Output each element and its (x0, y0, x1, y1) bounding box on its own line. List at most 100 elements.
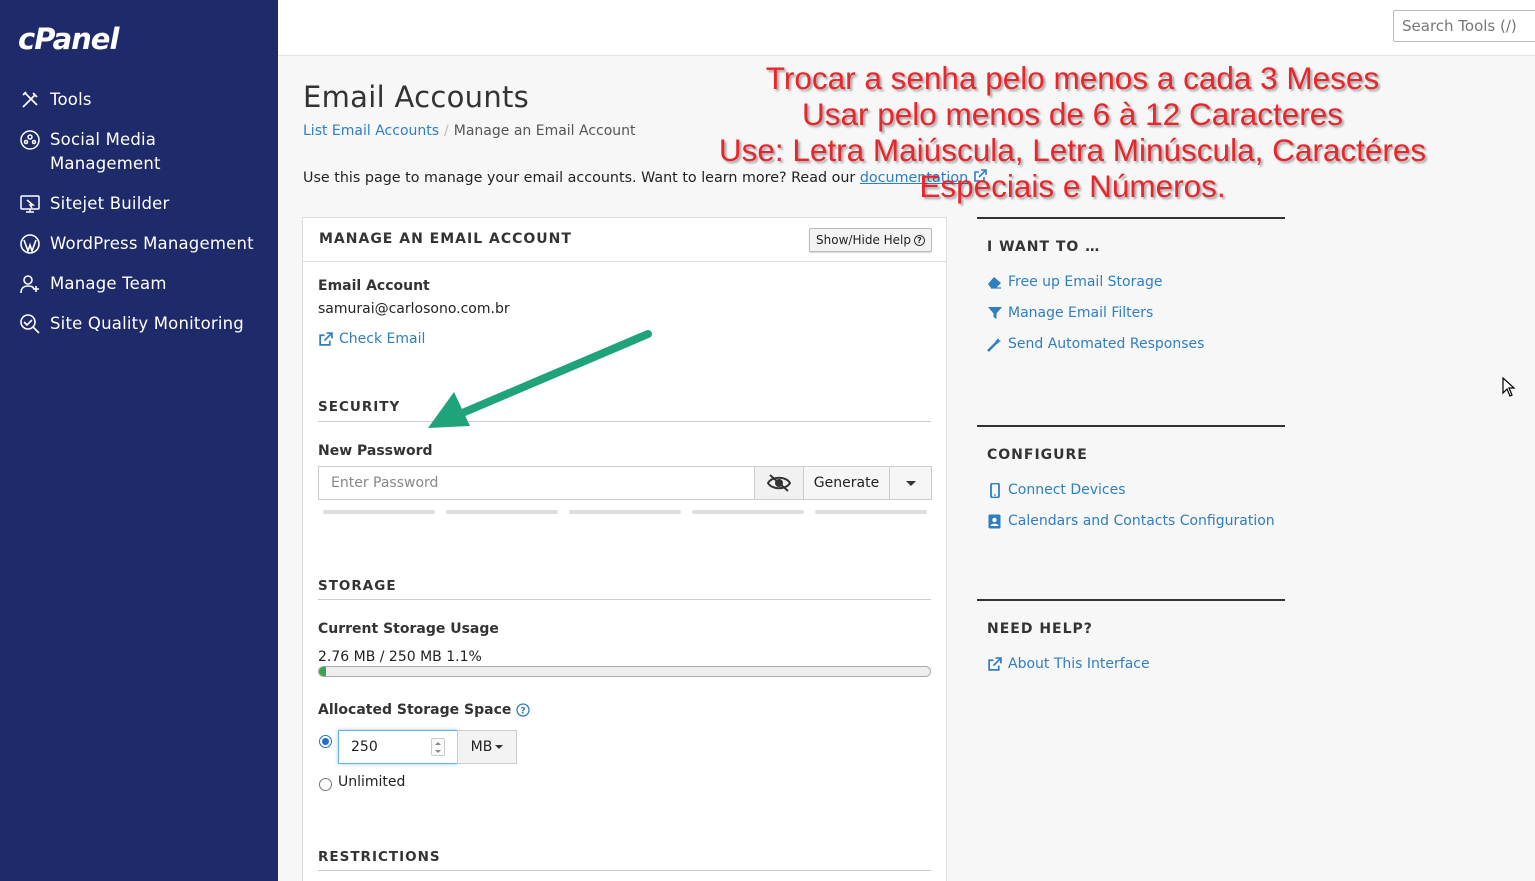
sidebar-item-wordpress[interactable]: WordPress Management (0, 232, 278, 256)
custom-quota-radio[interactable] (319, 735, 332, 748)
security-heading: SECURITY (318, 399, 401, 415)
question-icon: ? (914, 234, 925, 246)
show-hide-help-button[interactable]: Show/Hide Help ? (809, 228, 932, 252)
new-password-input[interactable]: Enter Password (318, 466, 755, 500)
strength-segment-4 (692, 510, 804, 514)
page-title: Email Accounts (303, 80, 530, 114)
panel-header: MANAGE AN EMAIL ACCOUNT Show/Hide Help ? (303, 218, 946, 262)
link-label: About This Interface (1008, 656, 1150, 672)
unlimited-quota-radio[interactable] (319, 778, 332, 791)
quota-number-input[interactable]: 250 (338, 730, 458, 764)
svg-text:?: ? (521, 707, 526, 717)
email-account-value: samurai@carlosono.com.br (318, 301, 510, 317)
configure-heading: CONFIGURE (987, 447, 1088, 463)
breadcrumb: List Email Accounts / Manage an Email Acco… (303, 123, 636, 139)
section-divider (977, 599, 1285, 601)
chevron-down-icon (905, 480, 916, 486)
storage-usage-fill (319, 667, 326, 676)
quota-value: 250 (351, 739, 378, 755)
team-icon (18, 272, 42, 296)
quota-unit-label: MB (470, 739, 493, 755)
connect-devices-link[interactable]: Connect Devices (987, 482, 1285, 498)
generate-password-button[interactable]: Generate (803, 466, 890, 500)
breadcrumb-link-list-email-accounts[interactable]: List Email Accounts (303, 123, 439, 139)
sidebar-item-sitejet[interactable]: Sitejet Builder (0, 192, 278, 216)
chevron-down-icon (495, 745, 504, 749)
breadcrumb-current: Manage an Email Account (453, 123, 636, 139)
quota-spinner[interactable] (431, 738, 445, 756)
link-label: Manage Email Filters (1008, 305, 1154, 321)
sidebar-item-label: Tools (50, 90, 92, 109)
top-bar: Search Tools (/) (278, 0, 1535, 56)
link-label: Free up Email Storage (1008, 274, 1163, 290)
strength-segment-1 (323, 510, 435, 514)
sidebar-item-label: Manage Team (50, 274, 167, 293)
sidebar-nav: Tools Social Media Management Sitejet Bu… (0, 88, 278, 352)
configure-section: CONFIGURE Connect Devices Calendars and … (977, 425, 1285, 529)
strength-segment-2 (446, 510, 558, 514)
address-book-icon (987, 514, 1002, 529)
sitejet-icon (18, 192, 42, 216)
magic-wand-icon (987, 337, 1002, 352)
new-password-label: New Password (318, 443, 433, 459)
storage-usage-text: 2.76 MB / 250 MB 1.1% (318, 649, 482, 665)
sidebar-item-site-quality[interactable]: Site Quality Monitoring (0, 312, 278, 336)
sidebar-item-manage-team[interactable]: Manage Team (0, 272, 278, 296)
i-want-to-section: I WANT TO … Free up Email Storage Manage… (977, 217, 1285, 352)
annotation-line-3: Use: Letra Maiúscula, Letra Minúscula, C… (718, 132, 1427, 168)
send-automated-responses-link[interactable]: Send Automated Responses (987, 336, 1285, 352)
annotation-line-1: Trocar a senha pelo menos a cada 3 Meses (765, 60, 1380, 96)
mouse-cursor-icon (1502, 377, 1516, 397)
search-tools-input[interactable]: Search Tools (/) (1393, 10, 1535, 42)
storage-divider (318, 599, 931, 600)
cpanel-logo[interactable]: cPanel (18, 22, 119, 56)
breadcrumb-separator: / (444, 123, 449, 139)
allocated-storage-row: Allocated Storage Space ? (318, 702, 531, 718)
link-label: Calendars and Contacts Configuration (1008, 513, 1275, 529)
section-divider (977, 217, 1285, 219)
i-want-to-heading: I WANT TO … (987, 239, 1101, 255)
link-label: Connect Devices (1008, 482, 1126, 498)
annotation-line-2: Usar pelo menos de 6 à 12 Caracteres (801, 96, 1344, 132)
unlimited-label[interactable]: Unlimited (338, 774, 405, 790)
password-tips-annotation: Trocar a senha pelo menos a cada 3 Meses… (700, 60, 1445, 204)
allocated-storage-label: Allocated Storage Space (318, 702, 512, 718)
need-help-heading: NEED HELP? (987, 621, 1093, 637)
toggle-password-visibility-button[interactable] (754, 466, 804, 500)
annotation-arrow-icon (428, 330, 652, 428)
about-interface-link[interactable]: About This Interface (987, 656, 1285, 672)
link-label: Send Automated Responses (1008, 336, 1205, 352)
sidebar-item-tools[interactable]: Tools (0, 88, 278, 112)
calendars-contacts-link[interactable]: Calendars and Contacts Configuration (987, 513, 1285, 529)
social-media-icon (18, 128, 42, 152)
sidebar-item-label: Sitejet Builder (50, 194, 170, 213)
email-account-label: Email Account (318, 278, 430, 294)
sidebar-item-social-media[interactable]: Social Media Management (0, 128, 278, 176)
eraser-icon (987, 275, 1002, 290)
restrictions-divider (318, 870, 931, 871)
storage-usage-bar (318, 666, 931, 677)
strength-segment-5 (815, 510, 927, 514)
sidebar-item-label: Social Media Management (50, 130, 161, 173)
check-email-link[interactable]: Check Email (318, 331, 425, 347)
free-up-storage-link[interactable]: Free up Email Storage (987, 274, 1285, 290)
storage-heading: STORAGE (318, 578, 397, 594)
eye-slash-icon (767, 474, 791, 492)
tools-icon (18, 88, 42, 112)
help-circle-icon[interactable]: ? (516, 703, 531, 717)
restrictions-heading: RESTRICTIONS (318, 849, 441, 865)
manage-email-panel: MANAGE AN EMAIL ACCOUNT Show/Hide Help ?… (302, 217, 947, 881)
generate-options-dropdown[interactable] (889, 466, 932, 500)
sidebar-item-label: WordPress Management (50, 234, 254, 253)
current-storage-label: Current Storage Usage (318, 621, 499, 637)
section-divider (977, 425, 1285, 427)
annotation-line-4: Especiais e Números. (919, 168, 1226, 204)
quality-monitor-icon (18, 312, 42, 336)
check-email-label: Check Email (339, 331, 426, 347)
manage-email-filters-link[interactable]: Manage Email Filters (987, 305, 1285, 321)
strength-segment-3 (569, 510, 681, 514)
quota-unit-dropdown[interactable]: MB (457, 730, 517, 764)
mobile-phone-icon (987, 482, 1002, 498)
filter-icon (987, 306, 1002, 321)
wordpress-icon (18, 232, 42, 256)
